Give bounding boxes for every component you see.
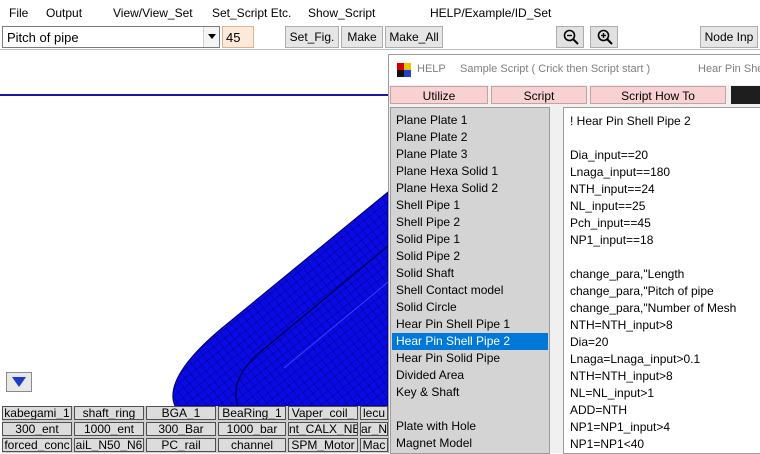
palette-cell[interactable]: BGA_1	[146, 406, 216, 420]
menu-set-script[interactable]: Set_Script Etc.	[212, 6, 291, 20]
palette-cell[interactable]: Vaper_coil_	[288, 406, 358, 420]
script-line: Lnaga_input==180	[570, 165, 671, 179]
model-palette: kabegami_1 shaft_ring BGA_1 BeaRing_1 Va…	[2, 406, 388, 453]
help-subtitle: Sample Script ( Crick then Script start …	[460, 63, 651, 75]
zoom-in-icon	[597, 29, 613, 45]
scroll-down-button[interactable]	[6, 372, 32, 392]
sample-script-list[interactable]: Plane Plate 1 Plane Plate 2 Plane Plate …	[390, 107, 550, 454]
palette-cell[interactable]: 1000_bar	[218, 422, 286, 436]
list-item[interactable]: Hear Pin Shell Pipe 1	[392, 316, 548, 333]
script-line: ! Hear Pin Shell Pipe 2	[570, 114, 691, 128]
set-fig-button[interactable]: Set_Fig.	[285, 26, 339, 48]
palette-cell[interactable]: aiL_N50_N6	[74, 438, 144, 452]
script-line: Pch_input==45	[570, 216, 651, 230]
list-item[interactable]: Hear Pin Solid Pipe	[392, 350, 548, 367]
list-item-selected[interactable]: Hear Pin Shell Pipe 2	[392, 333, 548, 350]
script-how-to-button[interactable]: Script How To	[590, 86, 726, 104]
script-line: change_para,"Length	[570, 267, 685, 281]
script-line: NP1_input==18	[570, 233, 654, 247]
script-line: ADD=NTH	[570, 403, 628, 417]
list-item[interactable]: Magnet Model	[392, 435, 548, 452]
palette-cell[interactable]: BeaRing_1	[218, 406, 286, 420]
chevron-down-icon[interactable]	[203, 27, 219, 47]
list-item[interactable]: Plane Plate 3	[392, 146, 548, 163]
palette-cell[interactable]: 1000_ent	[74, 422, 144, 436]
help-title-right: Hear Pin She	[698, 63, 760, 75]
make-button[interactable]: Make	[341, 26, 383, 48]
palette-cell[interactable]: 300_Bar	[146, 422, 216, 436]
list-item[interactable]: Shell Pipe 2	[392, 214, 548, 231]
menu-output[interactable]: Output	[46, 6, 82, 20]
hairpin-pipe-mesh	[172, 191, 388, 406]
zoom-out-icon	[563, 29, 579, 45]
list-item[interactable]: Plane Plate 1	[392, 112, 548, 129]
palette-cell[interactable]: 300_ent	[2, 422, 72, 436]
menu-bar: File Output View/View_Set Set_Script Etc…	[0, 0, 760, 24]
script-line: change_para,"Number of Mesh	[570, 301, 737, 315]
menu-help[interactable]: HELP/Example/ID_Set	[430, 6, 551, 20]
make-all-button[interactable]: Make_All	[385, 26, 443, 48]
list-item[interactable]: Solid Pipe 2	[392, 248, 548, 265]
help-title-bar: HELP Sample Script ( Crick then Script s…	[389, 55, 760, 85]
menu-file[interactable]: File	[9, 6, 28, 20]
menu-view[interactable]: View/View_Set	[113, 6, 193, 20]
palette-cell[interactable]: forced_conc	[2, 438, 72, 452]
list-item[interactable]: Plate with Hole	[392, 418, 548, 435]
palette-cell[interactable]: lecu	[360, 406, 388, 420]
parameter-select-value: Pitch of pipe	[7, 30, 79, 45]
list-item[interactable]: Solid Circle	[392, 299, 548, 316]
list-item[interactable]: Plane Plate 2	[392, 129, 548, 146]
palette-cell[interactable]: channel	[218, 438, 286, 452]
list-item[interactable]: Key & Shaft	[392, 384, 548, 401]
help-title: HELP	[417, 63, 446, 75]
script-line: NL=NL_input>1	[570, 386, 655, 400]
script-line: NTH_input==24	[570, 182, 655, 196]
list-item[interactable]: Plane Hexa Solid 2	[392, 180, 548, 197]
list-item[interactable]: Divided Area	[392, 367, 548, 384]
list-item[interactable]: Shell Contact model	[392, 282, 548, 299]
script-line: NP1=NP1_input>4	[570, 420, 671, 434]
palette-cell[interactable]: shaft_ring	[74, 406, 144, 420]
palette-cell[interactable]: PC_rail	[146, 438, 216, 452]
script-button[interactable]: Script	[491, 86, 587, 104]
triangle-down-icon	[12, 377, 26, 387]
script-line: change_para,"Pitch of pipe	[570, 284, 714, 298]
palette-cell[interactable]: nt_CALX_NE	[288, 422, 358, 436]
help-window: HELP Sample Script ( Crick then Script s…	[388, 54, 760, 454]
parameter-value-input[interactable]: 45	[222, 26, 254, 48]
mesh-viewport[interactable]	[0, 96, 388, 406]
node-inp-button[interactable]: Node Inp	[700, 26, 758, 48]
script-line: Dia_input==20	[570, 148, 649, 162]
script-line: Dia=20	[570, 335, 609, 349]
script-line: Lnaga=Lnaga_input>0.1	[570, 352, 701, 366]
app-logo-icon	[397, 63, 411, 77]
list-item[interactable]	[392, 401, 548, 418]
utilize-button[interactable]: Utilize	[390, 86, 488, 104]
menu-show-script[interactable]: Show_Script	[308, 6, 375, 20]
script-line: NL_input==25	[570, 199, 646, 213]
script-line: NP1=NP1<40	[570, 437, 645, 451]
script-text-area[interactable]: ! Hear Pin Shell Pipe 2 Dia_input==20 Ln…	[563, 107, 760, 454]
palette-cell[interactable]: kabegami_1	[2, 406, 72, 420]
palette-cell[interactable]: ar_N	[360, 422, 388, 436]
palette-cell[interactable]: Mac	[360, 438, 388, 452]
parameter-select[interactable]: Pitch of pipe	[2, 26, 220, 48]
list-item[interactable]: Solid Shaft	[392, 265, 548, 282]
dark-button[interactable]	[731, 86, 760, 104]
palette-cell[interactable]: SPM_Motor	[288, 438, 358, 452]
toolbar: Pitch of pipe 45 Set_Fig. Make Make_All …	[0, 24, 760, 50]
zoom-in-button[interactable]	[590, 26, 618, 48]
script-line: NTH=NTH_input>8	[570, 318, 673, 332]
list-item[interactable]: Plane Hexa Solid 1	[392, 163, 548, 180]
list-item[interactable]: Solid Pipe 1	[392, 231, 548, 248]
list-item[interactable]: Shell Pipe 1	[392, 197, 548, 214]
script-line: NTH=NTH_input>8	[570, 369, 673, 383]
zoom-out-button[interactable]	[556, 26, 584, 48]
